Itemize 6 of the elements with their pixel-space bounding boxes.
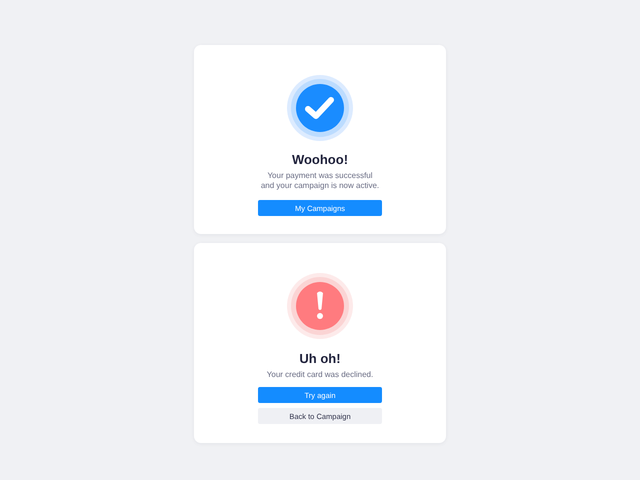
card-title: Uh oh! (299, 351, 341, 366)
card-message: Your credit card was declined. (266, 370, 374, 380)
card-title: Woohoo! (292, 152, 348, 167)
card-message: Your payment was successful and your campaign is now active. (260, 171, 380, 191)
exclamation-circle-icon (287, 273, 353, 339)
check-circle-icon (287, 75, 353, 141)
